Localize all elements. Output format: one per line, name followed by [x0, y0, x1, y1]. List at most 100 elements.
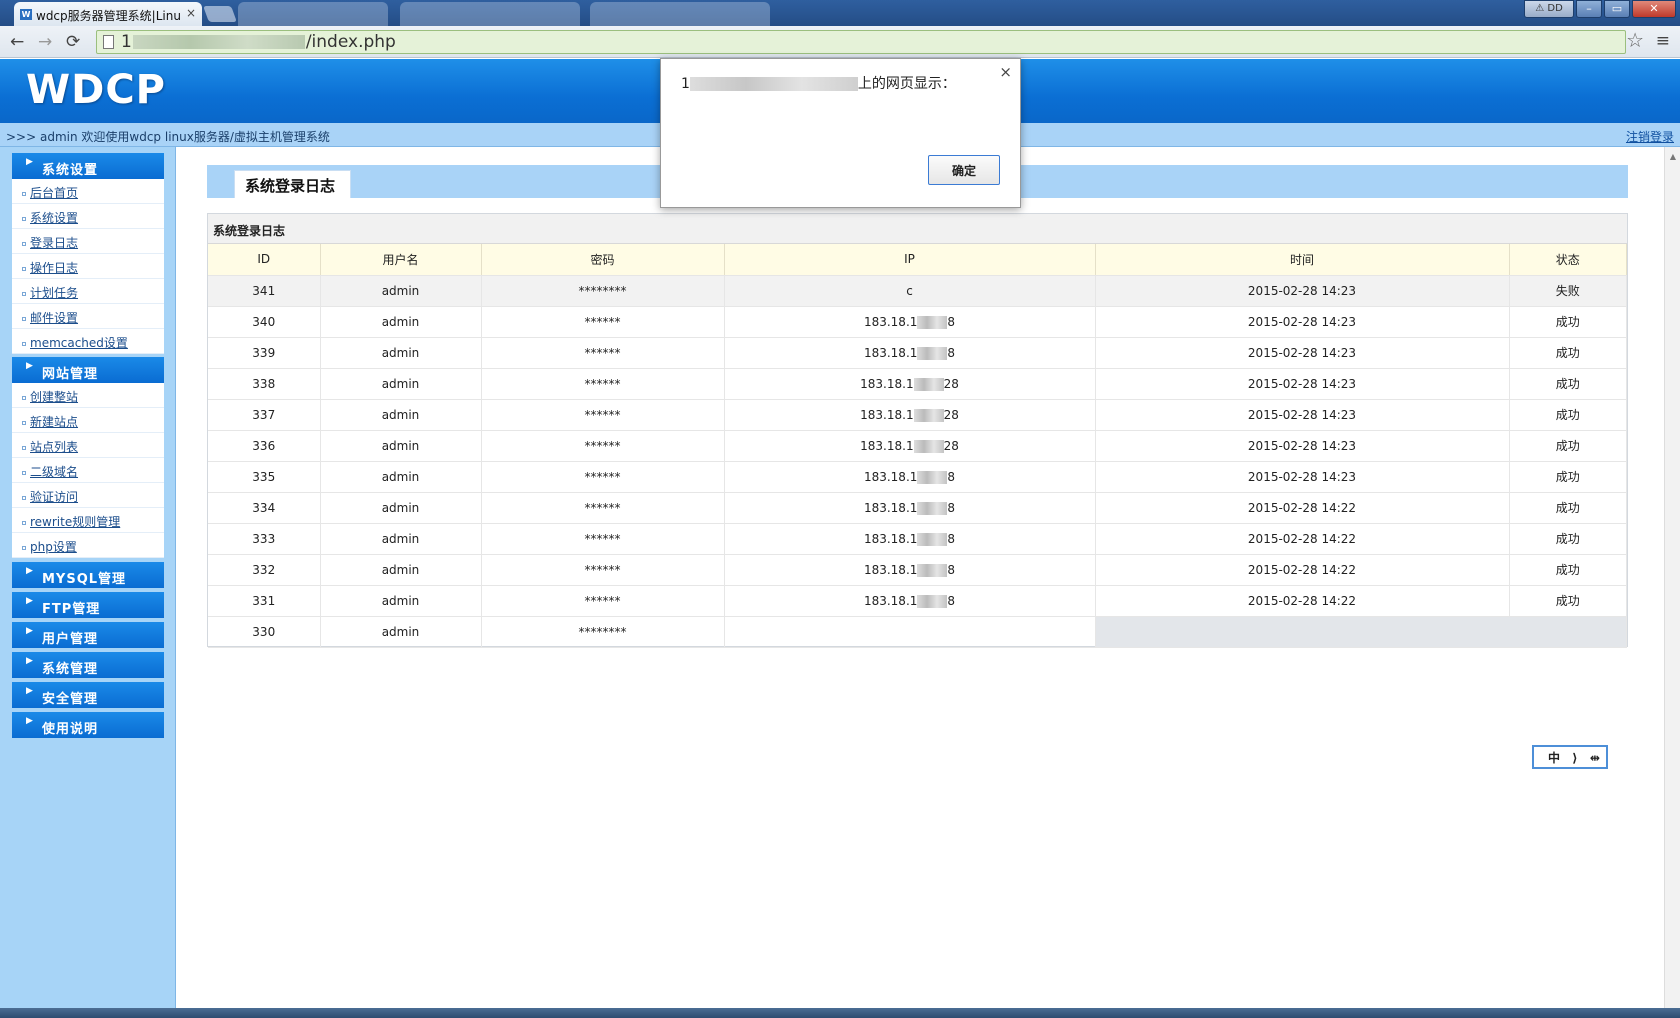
cell-ip: 183.18.1 28	[724, 399, 1096, 431]
logout-link[interactable]: 注销登录	[1626, 128, 1674, 145]
cell-ip: 183.18.1 8	[724, 492, 1096, 524]
sidebar-item-system-settings[interactable]: 系统设置	[12, 204, 164, 229]
sidebar-item-subdomain[interactable]: 二级域名	[12, 458, 164, 483]
ip-mask	[917, 563, 948, 577]
cell-status: 成功	[1509, 368, 1627, 400]
cell-id: 341	[208, 275, 321, 307]
sidebar-item-operation-log[interactable]: 操作日志	[12, 254, 164, 279]
table-body: 341 admin ******** c 2015-02-28 14:23 失败 340 ad…	[208, 275, 1627, 648]
cell-password: ******	[481, 492, 725, 524]
page-title-tab: 系统登录日志	[234, 170, 351, 198]
menu-group-ftp[interactable]: ▶ FTP管理	[12, 592, 164, 618]
bookmark-star-icon[interactable]: ☆	[1626, 28, 1644, 52]
menu-group-mysql[interactable]: ▶ MYSQL管理	[12, 562, 164, 588]
sidebar-item-create-site[interactable]: 创建整站	[12, 383, 164, 408]
browser-menu-icon[interactable]: ≡	[1656, 31, 1670, 51]
ip-mask	[917, 470, 948, 484]
ip-visible-prefix: 183.18.1	[860, 438, 914, 453]
maximize-icon[interactable]: ▭	[1604, 0, 1630, 18]
sidebar-item-site-list[interactable]: 站点列表	[12, 433, 164, 458]
cell-password: ******	[481, 554, 725, 586]
dialog-host-blurred	[689, 77, 858, 91]
cell-status: 成功	[1509, 492, 1627, 524]
os-taskbar	[0, 1008, 1680, 1018]
ip-visible-prefix: 183.18.1	[860, 407, 914, 422]
reload-icon[interactable]: ⟳	[66, 32, 80, 52]
dialog-close-icon[interactable]: ×	[999, 63, 1012, 81]
menu-group-users[interactable]: ▶ 用户管理	[12, 622, 164, 648]
welcome-text: >>> admin 欢迎使用wdcp linux服务器/虚拟主机管理系统	[6, 130, 330, 144]
sidebar-item-php-settings[interactable]: php设置	[12, 533, 164, 558]
ip-visible-suffix: 8	[947, 500, 956, 515]
vertical-scrollbar[interactable]	[1664, 147, 1680, 1008]
back-icon[interactable]: ←	[10, 32, 24, 52]
menu-group-site-management[interactable]: ▶ 网站管理	[12, 357, 164, 383]
ip-visible-prefix: 183.18.1	[863, 314, 918, 329]
url-input[interactable]: 1/index.php	[96, 30, 1626, 54]
cell-username: admin	[320, 554, 482, 586]
ip-visible-prefix: 183.18.1	[863, 469, 918, 484]
menu-group-help[interactable]: ▶ 使用说明	[12, 712, 164, 738]
cell-status: 成功	[1509, 523, 1627, 555]
cell-password: ********	[481, 275, 725, 307]
cell-username: admin	[320, 275, 482, 307]
cell-username: admin	[320, 616, 482, 648]
ip-visible-suffix: 28	[943, 407, 959, 422]
new-tab-button[interactable]	[203, 6, 237, 22]
sidebar-item-mail[interactable]: 邮件设置	[12, 304, 164, 329]
cell-password: ******	[481, 337, 725, 369]
cell-username: admin	[320, 430, 482, 462]
table-row: 333 admin ****** 183.18.1 8 2015-02-28 14:22 成…	[208, 523, 1627, 555]
ip-visible-prefix: 183.18.1	[863, 500, 918, 515]
menu-group-security[interactable]: ▶ 安全管理	[12, 682, 164, 708]
table-row: 335 admin ****** 183.18.1 8 2015-02-28 14:23 成…	[208, 461, 1627, 493]
sidebar-item-rewrite[interactable]: rewrite规则管理	[12, 508, 164, 533]
cell-status: 成功	[1509, 554, 1627, 586]
ip-visible-prefix: 183.18.1	[863, 531, 918, 546]
cell-time: 2015-02-28 14:22	[1095, 554, 1510, 586]
browser-tab-background[interactable]	[238, 2, 388, 26]
ime-toolbar[interactable]: 中 ⟩ ⇹	[1532, 745, 1608, 769]
browser-tab-active[interactable]: W wdcp服务器管理系统|Linu ×	[14, 2, 202, 26]
triangle-right-icon: ▶	[26, 716, 34, 726]
sidebar-item-auth-access[interactable]: 验证访问	[12, 483, 164, 508]
cell-username: admin	[320, 492, 482, 524]
cell-ip: 183.18.1 8	[724, 554, 1096, 586]
menu-group-system-settings[interactable]: ▶ 系统设置	[12, 153, 164, 179]
sidebar-item-dashboard[interactable]: 后台首页	[12, 179, 164, 204]
cell-username: admin	[320, 585, 482, 617]
dialog-host-prefix: 1	[681, 76, 690, 92]
ip-mask	[917, 315, 948, 329]
cell-ip: 183.18.1 8	[724, 306, 1096, 338]
scroll-up-icon[interactable]: ▲	[1670, 152, 1676, 161]
ip-visible-prefix: 183.18.1	[863, 562, 918, 577]
address-toolbar: ← → ⟳ 1/index.php ☆ ≡	[0, 26, 1680, 58]
browser-tab-background[interactable]	[400, 2, 580, 26]
sidebar-item-login-log[interactable]: 登录日志	[12, 229, 164, 254]
dialog-message-suffix: 上的网页显示：	[857, 76, 956, 92]
cell-id: 335	[208, 461, 321, 493]
profile-button[interactable]: ⚠ DD	[1524, 0, 1574, 18]
forward-icon[interactable]: →	[38, 32, 52, 52]
ip-visible-prefix: 183.18.1	[860, 376, 914, 391]
tab-close-icon[interactable]: ×	[186, 6, 196, 20]
triangle-right-icon: ▶	[26, 626, 34, 636]
cell-ip	[724, 616, 1096, 648]
window-close-icon[interactable]: ✕	[1632, 0, 1676, 18]
cell-ip: 183.18.1 8	[724, 585, 1096, 617]
cell-time: 2015-02-28 14:22	[1095, 523, 1510, 555]
browser-tab-background[interactable]	[590, 2, 770, 26]
cell-time: 2015-02-28 14:23	[1095, 461, 1510, 493]
sidebar-item-memcached[interactable]: memcached设置	[12, 329, 164, 354]
url-host: 1	[121, 32, 132, 52]
cell-time: 2015-02-28 14:23	[1095, 399, 1510, 431]
sidebar-item-new-site[interactable]: 新建站点	[12, 408, 164, 433]
cell-ip: 183.18.1 8	[724, 461, 1096, 493]
cell-id: 330	[208, 616, 321, 648]
sidebar-item-cron[interactable]: 计划任务	[12, 279, 164, 304]
cell-username: admin	[320, 306, 482, 338]
menu-group-system-management[interactable]: ▶ 系统管理	[12, 652, 164, 678]
dialog-ok-button[interactable]: 确定	[928, 155, 1000, 185]
cell-time: 2015-02-28 14:23	[1095, 306, 1510, 338]
minimize-icon[interactable]: –	[1576, 0, 1602, 18]
